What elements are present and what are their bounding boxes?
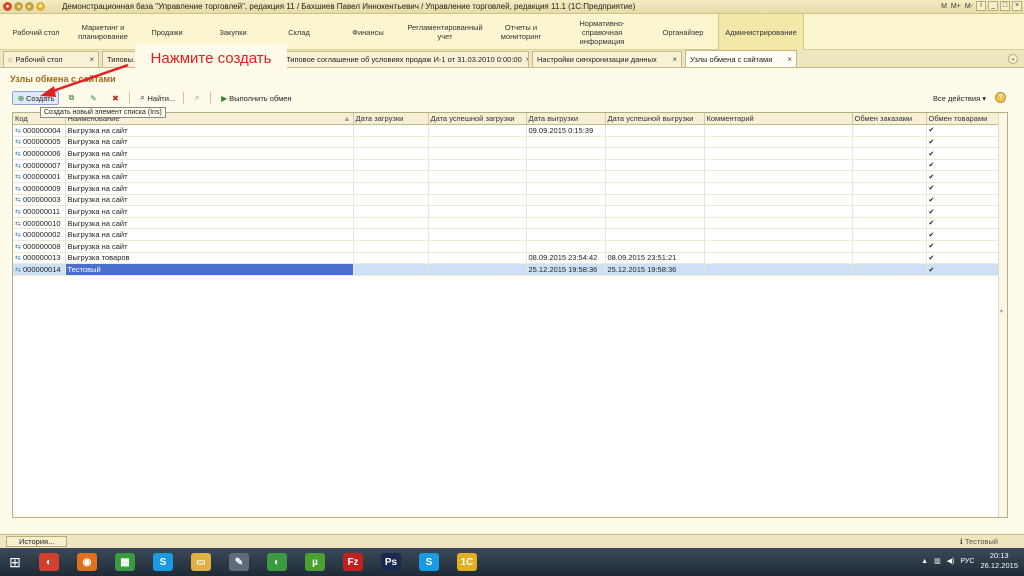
annotation-arrow-icon [40,63,129,97]
